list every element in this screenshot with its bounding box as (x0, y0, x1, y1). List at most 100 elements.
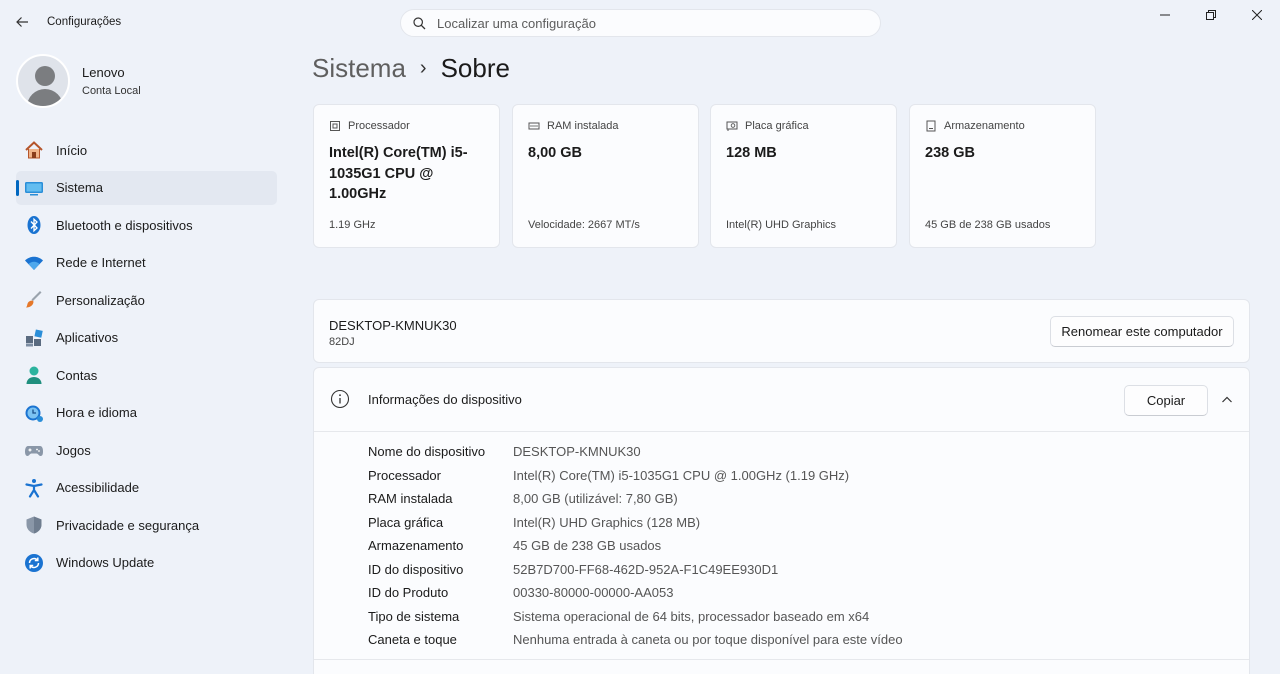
user-profile[interactable]: Lenovo Conta Local (16, 54, 141, 108)
sidebar-item-label: Privacidade e segurança (56, 517, 200, 533)
device-info-row: Caneta e toque Nenhuma entrada à caneta o… (368, 628, 903, 652)
accessibility-icon (24, 478, 44, 498)
sidebar-item-rede[interactable]: Rede e Internet (16, 246, 277, 280)
brush-icon (24, 290, 44, 310)
sidebar-item-bluetooth[interactable]: Bluetooth e dispositivos (16, 208, 277, 242)
info-label: Placa gráfica (368, 514, 444, 530)
device-info-list: Nome do dispositivo DESKTOP-KMNUK30 Proce… (368, 440, 903, 652)
maximize-icon (1206, 10, 1216, 20)
spec-title: Processador (348, 120, 410, 132)
spec-detail: 1.19 GHz (329, 219, 376, 231)
bluetooth-icon (24, 215, 44, 235)
apps-icon (24, 328, 44, 348)
info-value: Sistema operacional de 64 bits, processa… (513, 608, 870, 624)
info-label: ID do dispositivo (368, 561, 464, 577)
sidebar-item-jogos[interactable]: Jogos (16, 433, 277, 467)
info-value: 00330-80000-00000-AA053 (513, 585, 674, 601)
sidebar-item-label: Contas (56, 367, 98, 383)
close-button[interactable] (1234, 0, 1280, 30)
clock-globe-icon (24, 403, 44, 423)
spec-value: 128 MB (726, 145, 777, 161)
home-icon (24, 140, 44, 160)
spec-card-processor: Processador Intel(R) Core(TM) i5-1035G1 … (313, 104, 500, 248)
system-icon (24, 178, 44, 198)
avatar (16, 54, 70, 108)
computer-name: DESKTOP-KMNUK30 (329, 318, 457, 333)
app-title: Configurações (47, 16, 122, 28)
sidebar-item-label: Início (56, 142, 88, 158)
sidebar-item-label: Jogos (56, 442, 91, 458)
device-info-row: RAM instalada 8,00 GB (utilizável: 7,80 G… (368, 487, 903, 511)
info-label: Caneta e toque (368, 632, 457, 648)
info-value: 52B7D700-FF68-462D-952A-F1C49EE930D1 (513, 561, 779, 577)
info-label: Tipo de sistema (368, 608, 460, 624)
profile-name: Lenovo (82, 65, 125, 80)
window-controls (1142, 0, 1280, 30)
wifi-icon (24, 253, 44, 273)
minimize-button[interactable] (1142, 0, 1188, 30)
divider (314, 659, 1249, 660)
info-value: 8,00 GB (utilizável: 7,80 GB) (513, 491, 678, 507)
computer-model: 82DJ (329, 336, 355, 348)
rename-computer-button[interactable]: Renomear este computador (1050, 316, 1234, 347)
back-button[interactable] (8, 8, 36, 36)
spec-detail: Intel(R) UHD Graphics (726, 219, 837, 231)
page-title: Sobre (440, 53, 510, 83)
spec-card-storage: Armazenamento 238 GB 45 GB de 238 GB usa… (909, 104, 1096, 248)
ram-icon (528, 120, 540, 132)
sidebar-item-privacidade[interactable]: Privacidade e segurança (16, 508, 277, 542)
breadcrumb: Sistema › Sobre (312, 53, 510, 84)
info-value: Intel(R) Core(TM) i5-1035G1 CPU @ 1.00GH… (513, 467, 850, 483)
info-value: Intel(R) UHD Graphics (128 MB) (513, 514, 701, 530)
spec-detail: Velocidade: 2667 MT/s (528, 219, 640, 231)
info-label: Processador (368, 467, 441, 483)
sidebar-item-label: Rede e Internet (56, 255, 146, 270)
chevron-right-icon: › (419, 57, 427, 79)
copy-button[interactable]: Copiar (1124, 385, 1208, 416)
search-input[interactable] (437, 15, 837, 31)
sidebar-item-personalizacao[interactable]: Personalização (16, 283, 277, 317)
info-icon (330, 389, 350, 409)
breadcrumb-parent[interactable]: Sistema (312, 53, 406, 84)
info-label: Armazenamento (368, 538, 464, 554)
sidebar-item-acessibilidade[interactable]: Acessibilidade (16, 471, 277, 505)
info-label: Nome do dispositivo (368, 444, 486, 460)
update-icon (24, 553, 44, 573)
spec-detail: 45 GB de 238 GB usados (925, 219, 1051, 231)
spec-card-ram: RAM instalada 8,00 GB Velocidade: 2667 M… (512, 104, 699, 248)
maximize-button[interactable] (1188, 0, 1234, 30)
info-value: DESKTOP-KMNUK30 (513, 444, 641, 460)
sidebar-item-hora-idioma[interactable]: Hora e idioma (16, 396, 277, 430)
device-info-row: Armazenamento 45 GB de 238 GB usados (368, 534, 903, 558)
sidebar-item-label: Bluetooth e dispositivos (56, 217, 193, 233)
sidebar-item-contas[interactable]: Contas (16, 358, 277, 392)
sidebar-item-sistema[interactable]: Sistema (16, 170, 277, 205)
sidebar-item-windows-update[interactable]: Windows Update (16, 546, 277, 580)
device-info-row: ID do Produto 00330-80000-00000-AA053 (368, 581, 903, 605)
device-info-title: Informações do dispositivo (368, 392, 522, 407)
gamepad-icon (24, 440, 44, 460)
sidebar-item-label: Personalização (56, 292, 145, 308)
storage-icon (925, 120, 937, 132)
close-icon (1252, 10, 1262, 20)
sidebar-item-label: Hora e idioma (56, 405, 137, 420)
info-label: RAM instalada (368, 491, 453, 507)
shield-icon (24, 515, 44, 535)
sidebar: Lenovo Conta Local Início Sistema Blueto… (0, 46, 290, 674)
title-bar: Configurações (0, 0, 1280, 46)
search-box[interactable] (400, 9, 881, 37)
processor-icon (329, 120, 341, 132)
sidebar-nav: Início Sistema Bluetooth e dispositivos … (16, 133, 277, 583)
sidebar-item-aplicativos[interactable]: Aplicativos (16, 321, 277, 355)
device-info-row: Placa gráfica Intel(R) UHD Graphics (128 … (368, 511, 903, 535)
info-value: 45 GB de 238 GB usados (513, 538, 662, 554)
gpu-icon (726, 120, 738, 132)
device-info-header[interactable]: Informações do dispositivo Copiar (314, 368, 1249, 432)
device-info-card: Informações do dispositivo Copiar Nome d… (313, 367, 1250, 674)
sidebar-item-inicio[interactable]: Início (16, 133, 277, 167)
person-icon (24, 365, 44, 385)
info-label: ID do Produto (368, 585, 449, 601)
chevron-up-icon[interactable] (1217, 390, 1237, 410)
spec-value: 8,00 GB (528, 145, 582, 161)
profile-account-type: Conta Local (82, 85, 141, 97)
